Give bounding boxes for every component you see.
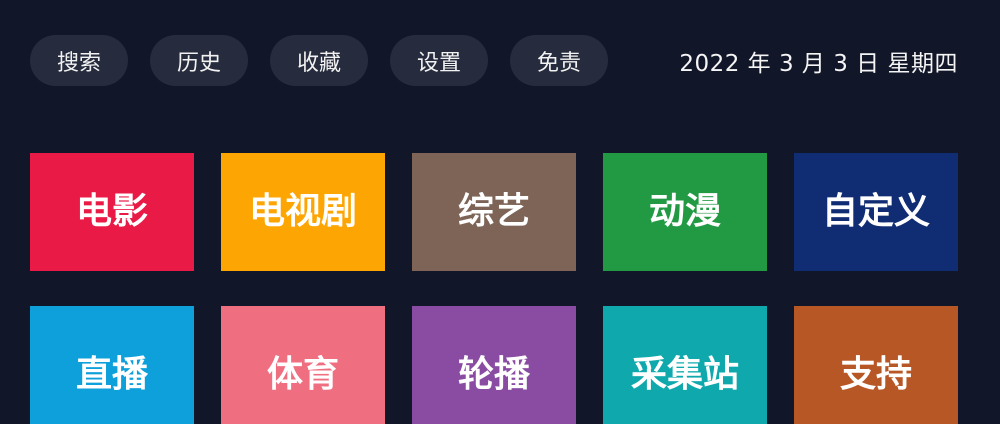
tile-collection-sites[interactable]: 采集站 bbox=[603, 306, 767, 424]
tile-anime[interactable]: 动漫 bbox=[603, 153, 767, 271]
tile-label: 综艺 bbox=[457, 191, 530, 232]
tile-label: 采集站 bbox=[630, 354, 739, 395]
tile-label: 轮播 bbox=[457, 354, 530, 395]
top-nav-bar: 搜索 历史 收藏 设置 免责 bbox=[30, 35, 608, 86]
tile-label: 动漫 bbox=[648, 191, 721, 232]
current-date: 2022 年 3 月 3 日 星期四 bbox=[679, 51, 958, 77]
tile-live[interactable]: 直播 bbox=[30, 306, 194, 424]
history-button[interactable]: 历史 bbox=[150, 35, 248, 86]
tile-sports[interactable]: 体育 bbox=[221, 306, 385, 424]
category-grid: 电影 电视剧 综艺 动漫 自定义 直播 体育 轮播 采集站 支持 bbox=[30, 153, 958, 424]
tile-custom[interactable]: 自定义 bbox=[794, 153, 958, 271]
history-button-label: 历史 bbox=[176, 50, 221, 76]
tile-label: 自定义 bbox=[821, 191, 930, 232]
tile-variety[interactable]: 综艺 bbox=[412, 153, 576, 271]
favorites-button[interactable]: 收藏 bbox=[270, 35, 368, 86]
tile-movies[interactable]: 电影 bbox=[30, 153, 194, 271]
search-button-label: 搜索 bbox=[56, 50, 101, 76]
search-button[interactable]: 搜索 bbox=[30, 35, 128, 86]
tile-label: 体育 bbox=[266, 354, 339, 395]
tile-label: 电影 bbox=[75, 191, 148, 232]
tile-carousel[interactable]: 轮播 bbox=[412, 306, 576, 424]
settings-button-label: 设置 bbox=[416, 50, 461, 76]
tile-tv-series[interactable]: 电视剧 bbox=[221, 153, 385, 271]
disclaimer-button[interactable]: 免责 bbox=[510, 35, 608, 86]
tile-label: 直播 bbox=[75, 354, 148, 395]
disclaimer-button-label: 免责 bbox=[536, 50, 581, 76]
tile-label: 电视剧 bbox=[248, 191, 357, 232]
favorites-button-label: 收藏 bbox=[296, 50, 341, 76]
tile-support[interactable]: 支持 bbox=[794, 306, 958, 424]
settings-button[interactable]: 设置 bbox=[390, 35, 488, 86]
tile-label: 支持 bbox=[839, 354, 912, 395]
